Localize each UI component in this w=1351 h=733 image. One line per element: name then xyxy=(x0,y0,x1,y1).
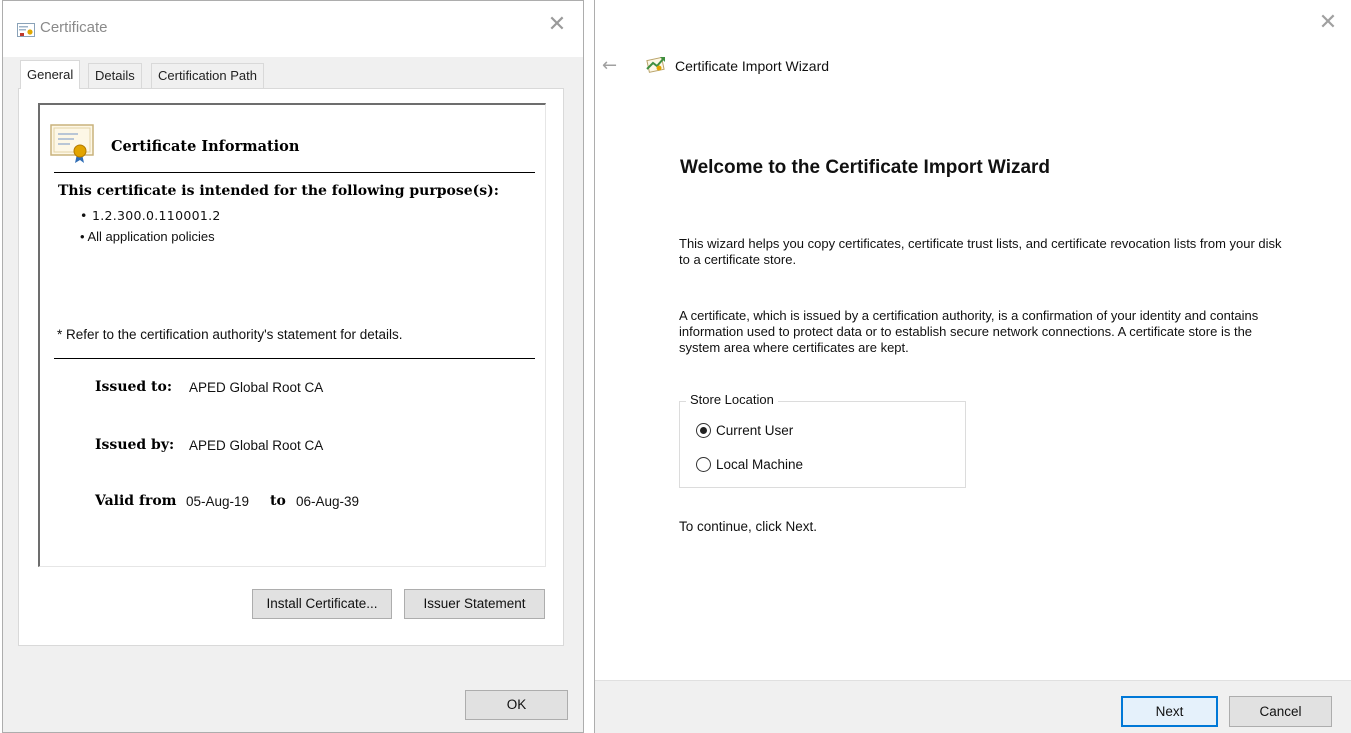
ok-button[interactable]: OK xyxy=(465,690,568,720)
refer-note: * Refer to the certification authority's… xyxy=(57,327,403,342)
install-certificate-button[interactable]: Install Certificate... xyxy=(252,589,392,619)
import-wizard-window xyxy=(594,0,1351,733)
next-button[interactable]: Next xyxy=(1121,696,1218,727)
tab-details[interactable]: Details xyxy=(88,63,142,88)
store-location-legend: Store Location xyxy=(686,392,778,407)
issued-by-value: APED Global Root CA xyxy=(189,438,324,453)
purpose-item: • 1.2.300.0.110001.2 xyxy=(80,208,221,223)
wizard-title: Certificate Import Wizard xyxy=(675,58,830,74)
valid-from-label: Valid from xyxy=(95,493,177,509)
certificate-icon xyxy=(50,124,94,163)
valid-from-value: 05-Aug-19 xyxy=(186,494,250,509)
close-icon[interactable]: ✕ xyxy=(546,14,568,36)
welcome-heading: Welcome to the Certificate Import Wizard xyxy=(680,157,1051,178)
divider xyxy=(54,358,535,359)
current-user-radio[interactable] xyxy=(696,423,711,438)
purpose-heading: This certificate is intended for the fol… xyxy=(58,183,499,199)
dialog-title: Certificate xyxy=(40,19,108,36)
close-icon[interactable]: ✕ xyxy=(1317,12,1339,34)
local-machine-radio[interactable] xyxy=(696,457,711,472)
issued-to-value: APED Global Root CA xyxy=(189,380,324,395)
valid-to-value: 06-Aug-39 xyxy=(296,494,360,509)
issuer-statement-button[interactable]: Issuer Statement xyxy=(404,589,545,619)
wizard-description: This wizard helps you copy certificates,… xyxy=(679,236,1282,267)
issued-to-label: Issued to: xyxy=(95,379,173,395)
certificate-wizard-icon xyxy=(646,56,665,73)
radio-selected-dot xyxy=(700,427,707,434)
issued-by-label: Issued by: xyxy=(95,437,175,453)
local-machine-label[interactable]: Local Machine xyxy=(716,457,803,472)
continue-note: To continue, click Next. xyxy=(679,519,818,534)
valid-to-label: to xyxy=(270,493,286,509)
wizard-description: A certificate, which is issued by a cert… xyxy=(679,308,1259,355)
current-user-label[interactable]: Current User xyxy=(716,423,793,438)
back-arrow-icon[interactable]: ← xyxy=(602,55,617,76)
certificate-info-heading: Certificate Information xyxy=(111,138,300,155)
purpose-item: • All application policies xyxy=(80,229,215,244)
tab-certification-path[interactable]: Certification Path xyxy=(151,63,264,88)
store-location-group xyxy=(679,401,966,488)
tab-general[interactable]: General xyxy=(20,60,81,89)
certificate-title-icon xyxy=(17,23,35,37)
cancel-button[interactable]: Cancel xyxy=(1229,696,1332,727)
divider xyxy=(54,172,535,173)
